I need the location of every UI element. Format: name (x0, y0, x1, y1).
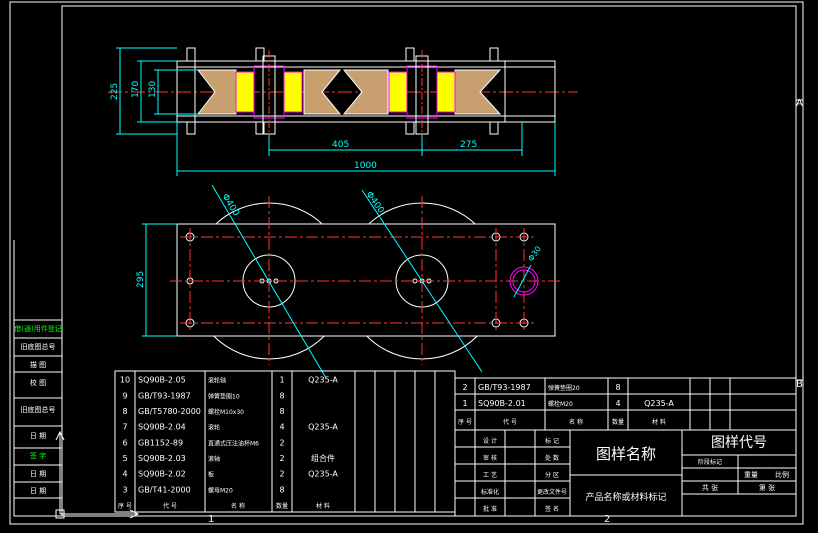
bom-no: 5 (122, 454, 127, 463)
bom-qty: 1 (279, 376, 284, 385)
bom-name: 螺母M20 (208, 486, 233, 494)
bom-mat: Q235-A (308, 423, 338, 432)
bom-no: 10 (120, 376, 130, 385)
left-strip-label: 旧底图总号 (21, 342, 56, 351)
title-role: 标准化 (481, 488, 499, 496)
bom-mat: 组合件 (311, 453, 335, 463)
bom-no: 4 (122, 470, 127, 479)
title-role2: 处 数 (545, 454, 559, 462)
bom-qty: 8 (279, 391, 284, 400)
bom-code: GB/T93-1987 (138, 391, 191, 400)
bom-qty: 8 (279, 407, 284, 416)
title-role: 审 核 (483, 454, 497, 462)
bom-no: 6 (122, 438, 127, 447)
dim-295: 295 (136, 271, 146, 288)
bom-header-mat: 材 料 (316, 502, 330, 510)
right-code: GB/T93-1987 (478, 383, 531, 392)
right-header-name: 名 称 (569, 418, 583, 426)
bom-name: 螺栓M10x30 (208, 408, 244, 416)
dim-225: 225 (110, 83, 120, 100)
bom-no: 3 (122, 485, 127, 494)
right-name: 螺栓M20 (548, 400, 573, 408)
title-role2: 分 区 (545, 471, 559, 479)
bom-code: SQ90B-2.03 (138, 454, 186, 463)
title-role2: 签 名 (545, 505, 559, 513)
bom-code: SQ90B-2.05 (138, 376, 186, 385)
right-qty: 8 (615, 383, 620, 392)
bom-name: 板 (208, 471, 214, 479)
zone-label-b: B (796, 379, 803, 390)
bom-header-qty: 数量 (276, 502, 288, 510)
bom-code: SQ90B-2.02 (138, 470, 186, 479)
bom-code: GB/T5780-2000 (138, 407, 201, 416)
product-name: 产品名称或材料标记 (585, 491, 666, 503)
bom-mat: Q235-A (308, 376, 338, 385)
title-role2: 更改文件号 (537, 488, 567, 496)
bom-mat: Q235-A (308, 470, 338, 479)
left-strip-label: 校 图 (30, 378, 46, 387)
right-header-no: 序 号 (458, 418, 472, 426)
bom-no: 9 (122, 391, 127, 400)
bom-header-code: 代 号 (163, 502, 177, 510)
right-no: 2 (462, 383, 467, 392)
left-strip-label: 日 期 (30, 432, 46, 440)
title-role: 设 计 (483, 437, 497, 445)
left-strip-label: 日 期 (30, 470, 46, 478)
right-header-code: 代 号 (503, 418, 517, 426)
bom-qty: 8 (279, 485, 284, 494)
bom-code: GB/T41-2000 (138, 485, 191, 494)
bom-no: 7 (122, 423, 127, 432)
bom-code: SQ90B-2.04 (138, 423, 186, 432)
right-code: SQ90B-2.01 (478, 399, 526, 408)
right-no: 1 (462, 399, 467, 408)
left-strip-label: 签 字 (30, 451, 46, 460)
dim-405: 405 (332, 140, 349, 150)
bom-qty: 2 (279, 470, 284, 479)
right-header-qty: 数量 (612, 418, 624, 426)
zone-label-1: 1 (208, 514, 214, 525)
bom-code: GB1152-89 (138, 438, 183, 447)
scale-label: 比例 (775, 470, 789, 479)
drawing-name: 图样名称 (596, 445, 656, 463)
bom-header-no: 序 号 (118, 502, 132, 510)
bom-name: 滚轮轴 (208, 377, 226, 385)
sheet-no: 第 张 (759, 483, 775, 492)
right-mat: Q235-A (644, 399, 674, 408)
right-name: 弹簧垫圈20 (548, 384, 580, 392)
dim-170: 170 (131, 81, 141, 98)
bom-name: 滚轮 (208, 424, 220, 432)
left-strip-label: 旧底图总号 (21, 405, 56, 414)
bom-name: 弹簧垫圈10 (208, 392, 240, 400)
right-header-mat: 材 料 (652, 418, 666, 426)
left-strip-label: 日 期 (30, 487, 46, 495)
bom-qty: 2 (279, 438, 284, 447)
title-role: 工 艺 (483, 471, 497, 479)
bom-qty: 4 (279, 423, 284, 432)
right-qty: 4 (615, 399, 620, 408)
stage-label: 阶段标记 (698, 458, 722, 466)
cad-drawing: A B 1 2 225 170 130 405 275 1000 Φ400 Φ4… (0, 0, 818, 533)
bom-name: 滚轴 (208, 455, 220, 463)
drawing-code: 图样代号 (711, 435, 767, 451)
bom-no: 8 (122, 407, 127, 416)
left-strip-label: 描 图 (30, 360, 46, 369)
zone-label-a: A (796, 98, 803, 109)
sheet-total: 共 张 (702, 483, 718, 492)
title-role: 批 准 (483, 505, 497, 513)
weight-label: 重量 (744, 471, 758, 479)
left-strip-label: 借(通)用件登记 (14, 324, 61, 333)
title-role2: 标 记 (545, 437, 559, 445)
bom-qty: 2 (279, 454, 284, 463)
bom-header-name: 名 称 (231, 502, 245, 510)
bom-name: 直通式压注油杯M6 (208, 439, 259, 447)
dim-275: 275 (460, 140, 477, 150)
dim-130: 130 (148, 81, 158, 98)
dim-1000: 1000 (354, 161, 377, 171)
